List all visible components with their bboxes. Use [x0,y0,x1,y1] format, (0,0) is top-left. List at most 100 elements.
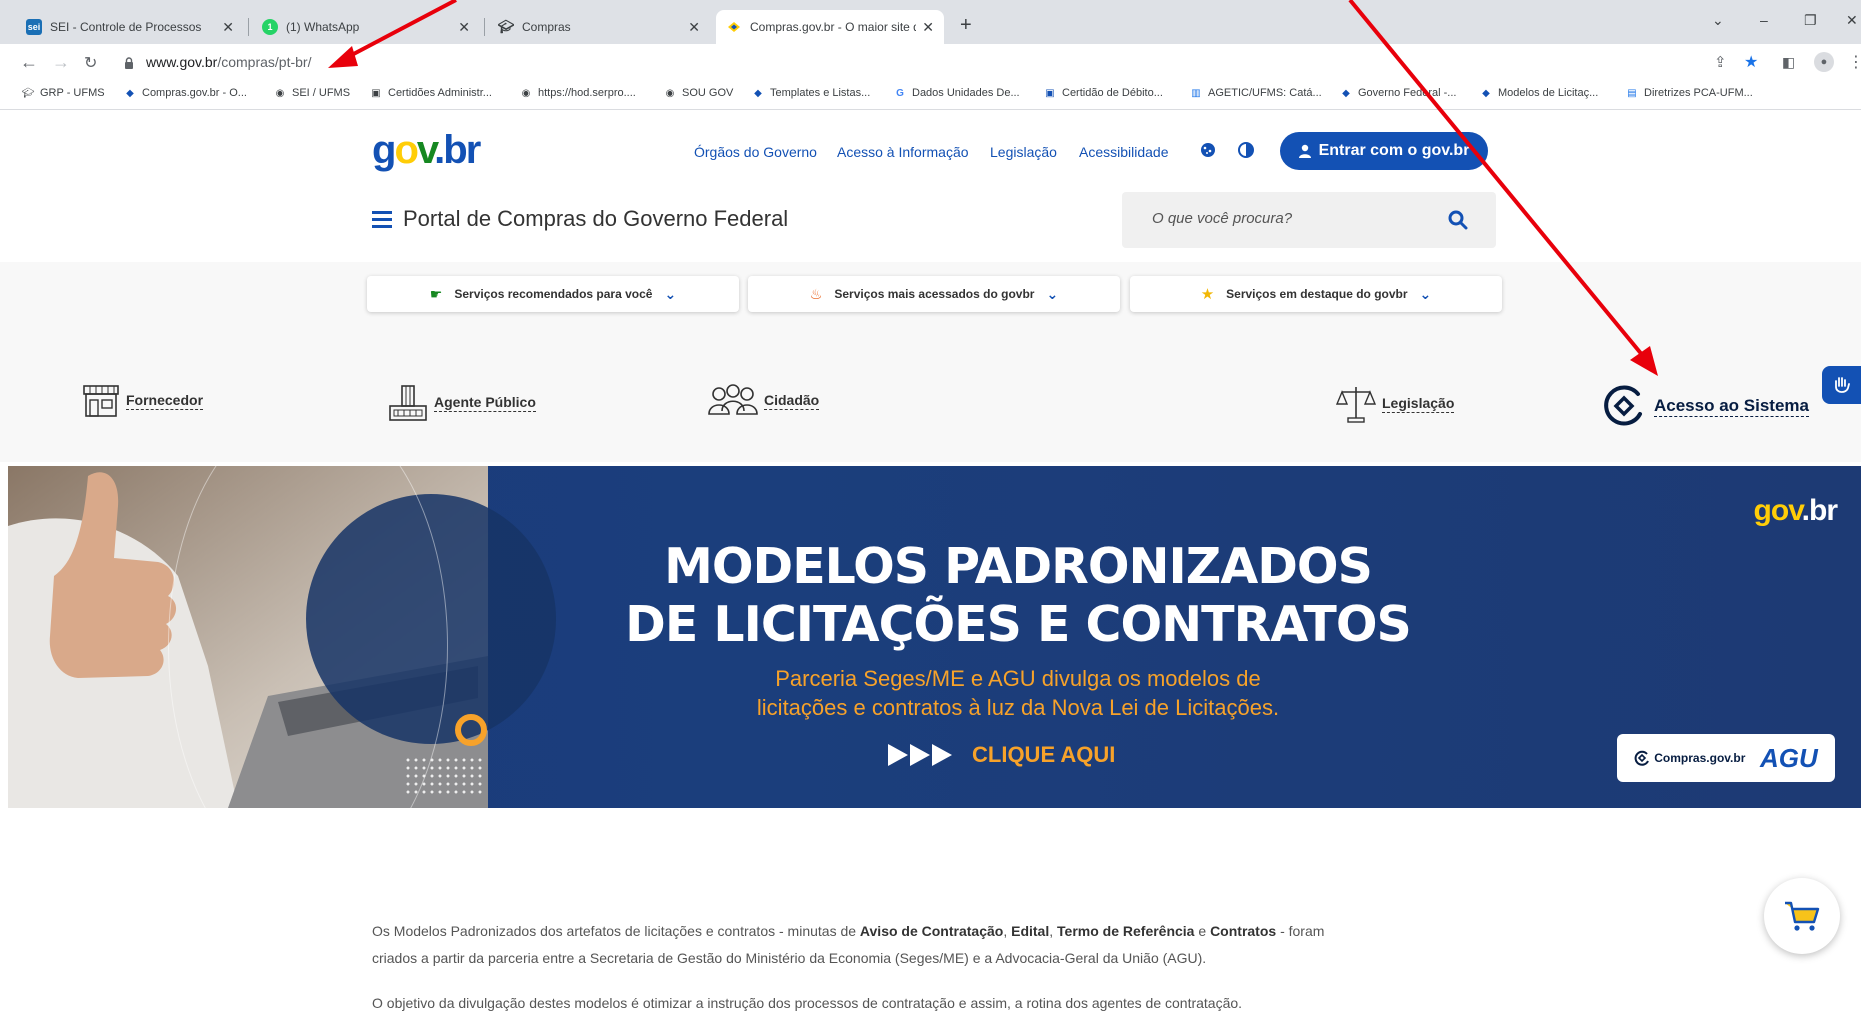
reload-icon[interactable]: ↻ [84,53,97,73]
category-legislacao[interactable]: Legislação [1336,384,1455,424]
bookmark-item[interactable]: 🎓︎ GRP - UFMS [22,87,105,99]
lock-icon[interactable] [124,57,134,69]
hamburger-menu-icon[interactable] [372,210,394,228]
graduation-cap-icon: 🎓︎ [21,87,35,99]
tab-sei[interactable]: sei SEI - Controle de Processos ✕ [16,10,244,44]
bookmark-item[interactable]: ◉ SOU GOV [664,87,734,99]
thumbs-up-icon: ☛ [429,285,443,302]
bookmark-item[interactable]: ◆ Compras.gov.br - O... [124,87,247,99]
close-icon[interactable]: ✕ [922,19,934,36]
address-bar: ← → ↻ www.gov.br/compras/pt-br/ ⇪ ★ ◧ ● … [0,44,1861,80]
search-input[interactable] [1152,210,1432,227]
cookie-icon[interactable] [1200,142,1216,158]
services-most-accessed-dropdown[interactable]: ♨ Serviços mais acessados do govbr ⌄ [748,276,1120,312]
bookmark-item[interactable]: G Dados Unidades De... [894,87,1020,99]
bookmark-item[interactable]: ◆ Modelos de Licitaç... [1480,87,1598,99]
bookmark-item[interactable]: ◆ Governo Federal -... [1340,87,1456,99]
browser-tabbar: sei SEI - Controle de Processos ✕ 1 (1) … [0,0,1861,44]
banner-cta-click-here[interactable]: CLIQUE AQUI [888,742,1115,768]
bookmark-item[interactable]: ◆ Templates e Listas... [752,87,870,99]
bookmarks-bar: 🎓︎ GRP - UFMS ◆ Compras.gov.br - O... ◉ SEI… [0,80,1861,110]
bookmark-item[interactable]: ▤ Diretrizes PCA-UFM... [1626,87,1753,99]
browser-menu-icon[interactable]: ⋮ [1848,52,1861,72]
services-featured-dropdown[interactable]: ★ Serviços em destaque do govbr ⌄ [1130,276,1502,312]
document-icon: ▤ [1627,87,1637,99]
nav-acessibilidade[interactable]: Acessibilidade [1079,144,1169,160]
tab-compras[interactable]: 🎓︎ Compras ✕ [488,10,710,44]
hero-banner[interactable]: MODELOS PADRONIZADOS DE LICITAÇÕES E CON… [8,466,1861,808]
people-group-icon [708,384,758,415]
share-icon[interactable]: ⇪ [1714,53,1727,71]
close-icon[interactable]: ✕ [688,19,700,36]
search-box [1122,192,1496,248]
chevron-down-icon: ⌄ [1419,285,1432,302]
shopping-cart-button[interactable] [1764,878,1840,954]
flame-icon: ♨ [809,285,823,302]
bar-chart-icon: ▥ [1191,87,1201,99]
banner-govbr-logo: gov.br [1753,494,1838,527]
new-tab-icon[interactable]: + [960,14,972,37]
contrast-icon[interactable] [1238,142,1254,158]
govbr-logo[interactable]: gov.br [372,130,481,170]
close-icon[interactable]: ✕ [222,19,234,36]
portal-title: Portal de Compras do Governo Federal [403,206,789,231]
public-building-icon [389,385,427,421]
banner-subtitle: Parceria Seges/ME e AGU divulga os model… [756,666,1280,720]
nav-acesso-informacao[interactable]: Acesso à Informação [837,144,969,160]
user-icon [1298,144,1311,158]
services-recommended-dropdown[interactable]: ☛ Serviços recomendados para você ⌄ [367,276,739,312]
restore-icon[interactable]: ❐ [1804,12,1817,29]
objective-paragraph: O objetivo da divulgação destes modelos … [372,995,1243,1011]
tab-compras-gov-active[interactable]: Compras.gov.br - O maior site de ✕ [716,10,944,44]
whatsapp-icon: 1 [262,19,278,35]
shopping-cart-icon [1785,901,1820,931]
category-agente-publico[interactable]: Agente Público [388,384,536,422]
back-icon[interactable]: ← [20,52,38,73]
search-icon[interactable] [1448,210,1468,230]
graduation-cap-icon: 🎓︎ [497,19,515,34]
bookmark-item[interactable]: ▥ AGETIC/UFMS: Catá... [1190,87,1321,99]
close-icon[interactable]: ✕ [458,19,470,36]
access-system-link[interactable]: Acesso ao Sistema [1602,384,1809,428]
services-strip: ☛ Serviços recomendados para você ⌄ ♨ Se… [0,262,1861,462]
compras-gov-favicon-icon: ◆ [1482,87,1490,99]
url-field[interactable]: www.gov.br/compras/pt-br/ [146,54,311,70]
globe-icon: ◉ [275,87,285,99]
compras-gov-favicon-icon: ◆ [126,87,134,99]
globe-icon: ◉ [521,87,531,99]
bookmark-item[interactable]: ▣ Certidões Administr... [370,87,492,99]
google-icon: G [896,87,904,99]
side-panel-icon[interactable]: ◧ [1782,54,1795,71]
chevron-down-icon: ⌄ [664,285,677,302]
bookmark-item[interactable]: ◉ SEI / UFMS [274,87,350,99]
tab-whatsapp[interactable]: 1 (1) WhatsApp ✕ [252,10,480,44]
close-window-icon[interactable]: ✕ [1846,12,1858,29]
vlibras-accessibility-icon[interactable] [1822,366,1861,404]
compras-gov-favicon-icon [726,19,742,35]
star-icon: ★ [1200,286,1215,303]
globe-icon: ◉ [665,87,675,99]
document-icon: ▣ [371,87,381,99]
sei-favicon-icon: sei [26,19,42,35]
compras-gov-badge: Compras.gov.br [1634,750,1745,766]
banner-title: MODELOS PADRONIZADOS DE LICITAÇÕES E CON… [625,538,1412,653]
nav-orgaos[interactable]: Órgãos do Governo [694,144,817,160]
category-fornecedor[interactable]: Fornecedor [82,384,204,418]
minimize-icon[interactable]: – [1760,12,1768,28]
bookmark-item[interactable]: ◉ https://hod.serpro.... [520,87,636,99]
login-govbr-button[interactable]: Entrar com o gov.br [1280,132,1488,170]
forward-icon[interactable]: → [52,52,70,73]
intro-paragraph: Os Modelos Padronizados dos artefatos de… [372,923,1325,966]
compras-gov-logo-icon [1604,385,1642,426]
nav-legislacao[interactable]: Legislação [990,144,1057,160]
banner-dot-grid [404,756,484,796]
category-cidadao[interactable]: Cidadão [708,384,820,418]
document-icon: ▣ [1045,87,1055,99]
bookmark-star-icon[interactable]: ★ [1744,52,1758,72]
bookmark-item[interactable]: ▣ Certidão de Débito... [1044,87,1163,99]
banner-orange-ring [455,714,487,746]
tab-search-icon[interactable]: ⌄ [1712,12,1724,29]
profile-avatar-icon[interactable]: ● [1814,52,1834,72]
scales-of-justice-icon [1336,387,1376,423]
storefront-icon [83,385,119,417]
